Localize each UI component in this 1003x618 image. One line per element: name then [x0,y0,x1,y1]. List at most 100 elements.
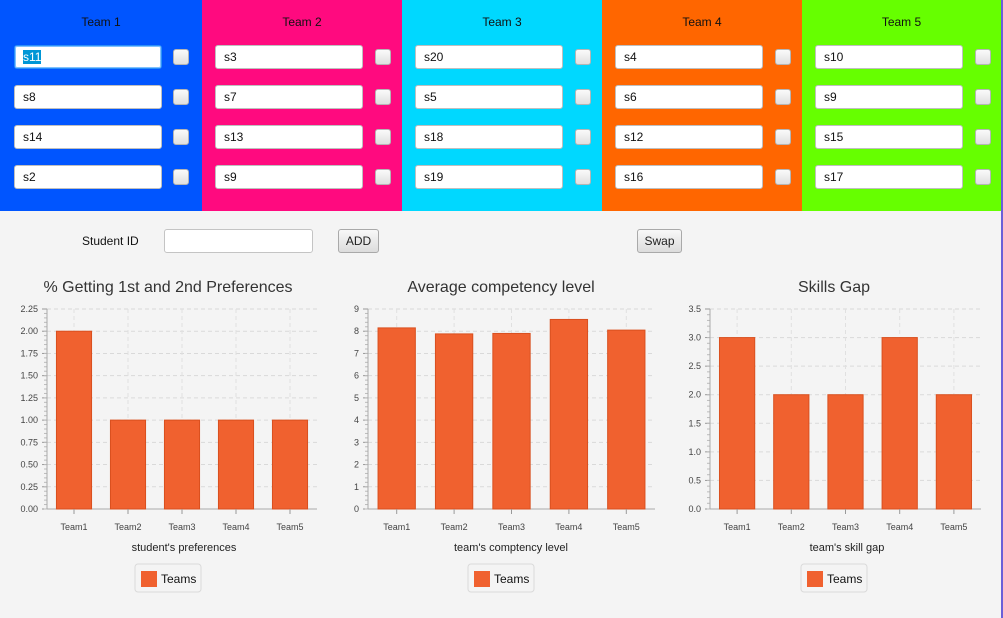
member-checkbox[interactable] [775,89,791,105]
x-tick-label: Team4 [555,522,582,532]
team-title: Team 5 [881,15,922,29]
y-tick-label: 7 [354,348,359,358]
x-axis-label: team's skill gap [810,542,885,554]
member-field[interactable]: s10 [815,45,963,69]
legend-box [467,563,535,593]
teams-panel: Team 1 s11 s8 s14 s2 Team 2 s3 s7 s13 s9… [0,0,1001,211]
bar [109,419,147,510]
y-tick-label: 0.5 [688,475,701,485]
member-field[interactable]: s6 [615,85,763,109]
bar [935,394,973,510]
chart-title: Average competency level [407,279,594,296]
member-field[interactable]: s8 [14,85,162,109]
member-field[interactable]: s9 [215,165,363,189]
x-axis-label: student's preferences [132,542,237,554]
y-tick-label: 1 [354,482,359,492]
team-title: Team 1 [81,15,121,29]
add-button[interactable]: ADD [338,229,379,253]
member-checkbox[interactable] [975,169,991,185]
member-checkbox[interactable] [173,49,189,65]
x-tick-label: Team4 [886,522,913,532]
x-tick-label: Team1 [60,522,87,532]
bar [492,332,531,510]
y-tick-label: 1.0 [688,447,701,457]
y-tick-label: 5 [354,393,359,403]
x-tick-label: Team3 [168,522,195,532]
member-checkbox[interactable] [173,129,189,145]
member-checkbox[interactable] [775,49,791,65]
member-checkbox[interactable] [575,89,591,105]
member-checkbox[interactable] [173,89,189,105]
legend-box [134,563,202,593]
member-checkbox[interactable] [575,49,591,65]
x-tick-label: Team1 [724,522,751,532]
bar [271,419,309,510]
y-tick-label: 9 [354,304,359,314]
y-tick-label: 1.75 [20,348,38,358]
x-tick-label: Team3 [832,522,859,532]
member-checkbox[interactable] [775,129,791,145]
member-field[interactable]: s14 [14,125,162,149]
member-field[interactable]: s2 [14,165,162,189]
member-checkbox[interactable] [775,169,791,185]
member-field[interactable]: s15 [815,125,963,149]
legend-box [800,563,868,593]
x-tick-label: Team1 [383,522,410,532]
member-field[interactable]: s9 [815,85,963,109]
team-title: Team 3 [482,15,522,29]
member-field[interactable]: s4 [615,45,763,69]
x-tick-label: Team4 [222,522,249,532]
swap-button[interactable]: Swap [637,229,682,253]
member-field[interactable]: s13 [215,125,363,149]
bar [434,333,474,510]
member-checkbox[interactable] [375,129,391,145]
chart-title: % Getting 1st and 2nd Preferences [43,279,292,296]
team-title: Team 2 [282,15,322,29]
x-axis-label: team's comptency level [454,542,568,554]
member-field[interactable]: s12 [615,125,763,149]
member-field[interactable]: s20 [415,45,563,69]
member-field[interactable]: s7 [215,85,363,109]
member-field[interactable]: s5 [415,85,563,109]
member-checkbox[interactable] [375,169,391,185]
y-tick-label: 0 [354,504,359,514]
bar [773,394,810,510]
legend-label: Teams [827,572,862,586]
bar [881,337,918,510]
x-tick-label: Team2 [114,522,141,532]
x-tick-label: Team5 [613,522,640,532]
x-tick-label: Team5 [940,522,967,532]
member-checkbox[interactable] [575,169,591,185]
member-field[interactable]: s3 [215,45,363,69]
member-checkbox[interactable] [975,129,991,145]
member-checkbox[interactable] [375,49,391,65]
y-tick-label: 3.5 [688,304,701,314]
y-tick-label: 0.50 [20,460,38,470]
member-checkbox[interactable] [575,129,591,145]
member-field[interactable]: s19 [415,165,563,189]
y-tick-label: 4 [354,415,359,425]
y-tick-label: 2 [354,460,359,470]
legend-swatch [807,571,823,587]
student-id-input[interactable] [164,229,313,253]
team-panel-3: Team 3 s20 s5 s18 s19 [402,0,602,211]
team-panel-2: Team 2 s3 s7 s13 s9 [202,0,402,211]
y-tick-label: 1.25 [20,393,38,403]
member-field[interactable]: s16 [615,165,763,189]
y-tick-label: 3 [354,437,359,447]
member-field[interactable]: s18 [415,125,563,149]
member-checkbox[interactable] [975,89,991,105]
member-field[interactable]: s11 [14,45,162,69]
team-panel-1: Team 1 s11 s8 s14 s2 [0,0,202,211]
y-tick-label: 0.0 [688,504,701,514]
y-tick-label: 6 [354,371,359,381]
bar [55,330,93,510]
member-checkbox[interactable] [173,169,189,185]
y-tick-label: 0.75 [20,437,38,447]
x-tick-label: Team2 [778,522,805,532]
y-tick-label: 0.25 [20,482,38,492]
member-checkbox[interactable] [375,89,391,105]
member-checkbox[interactable] [975,49,991,65]
x-tick-label: Team2 [441,522,468,532]
member-field[interactable]: s17 [815,165,963,189]
